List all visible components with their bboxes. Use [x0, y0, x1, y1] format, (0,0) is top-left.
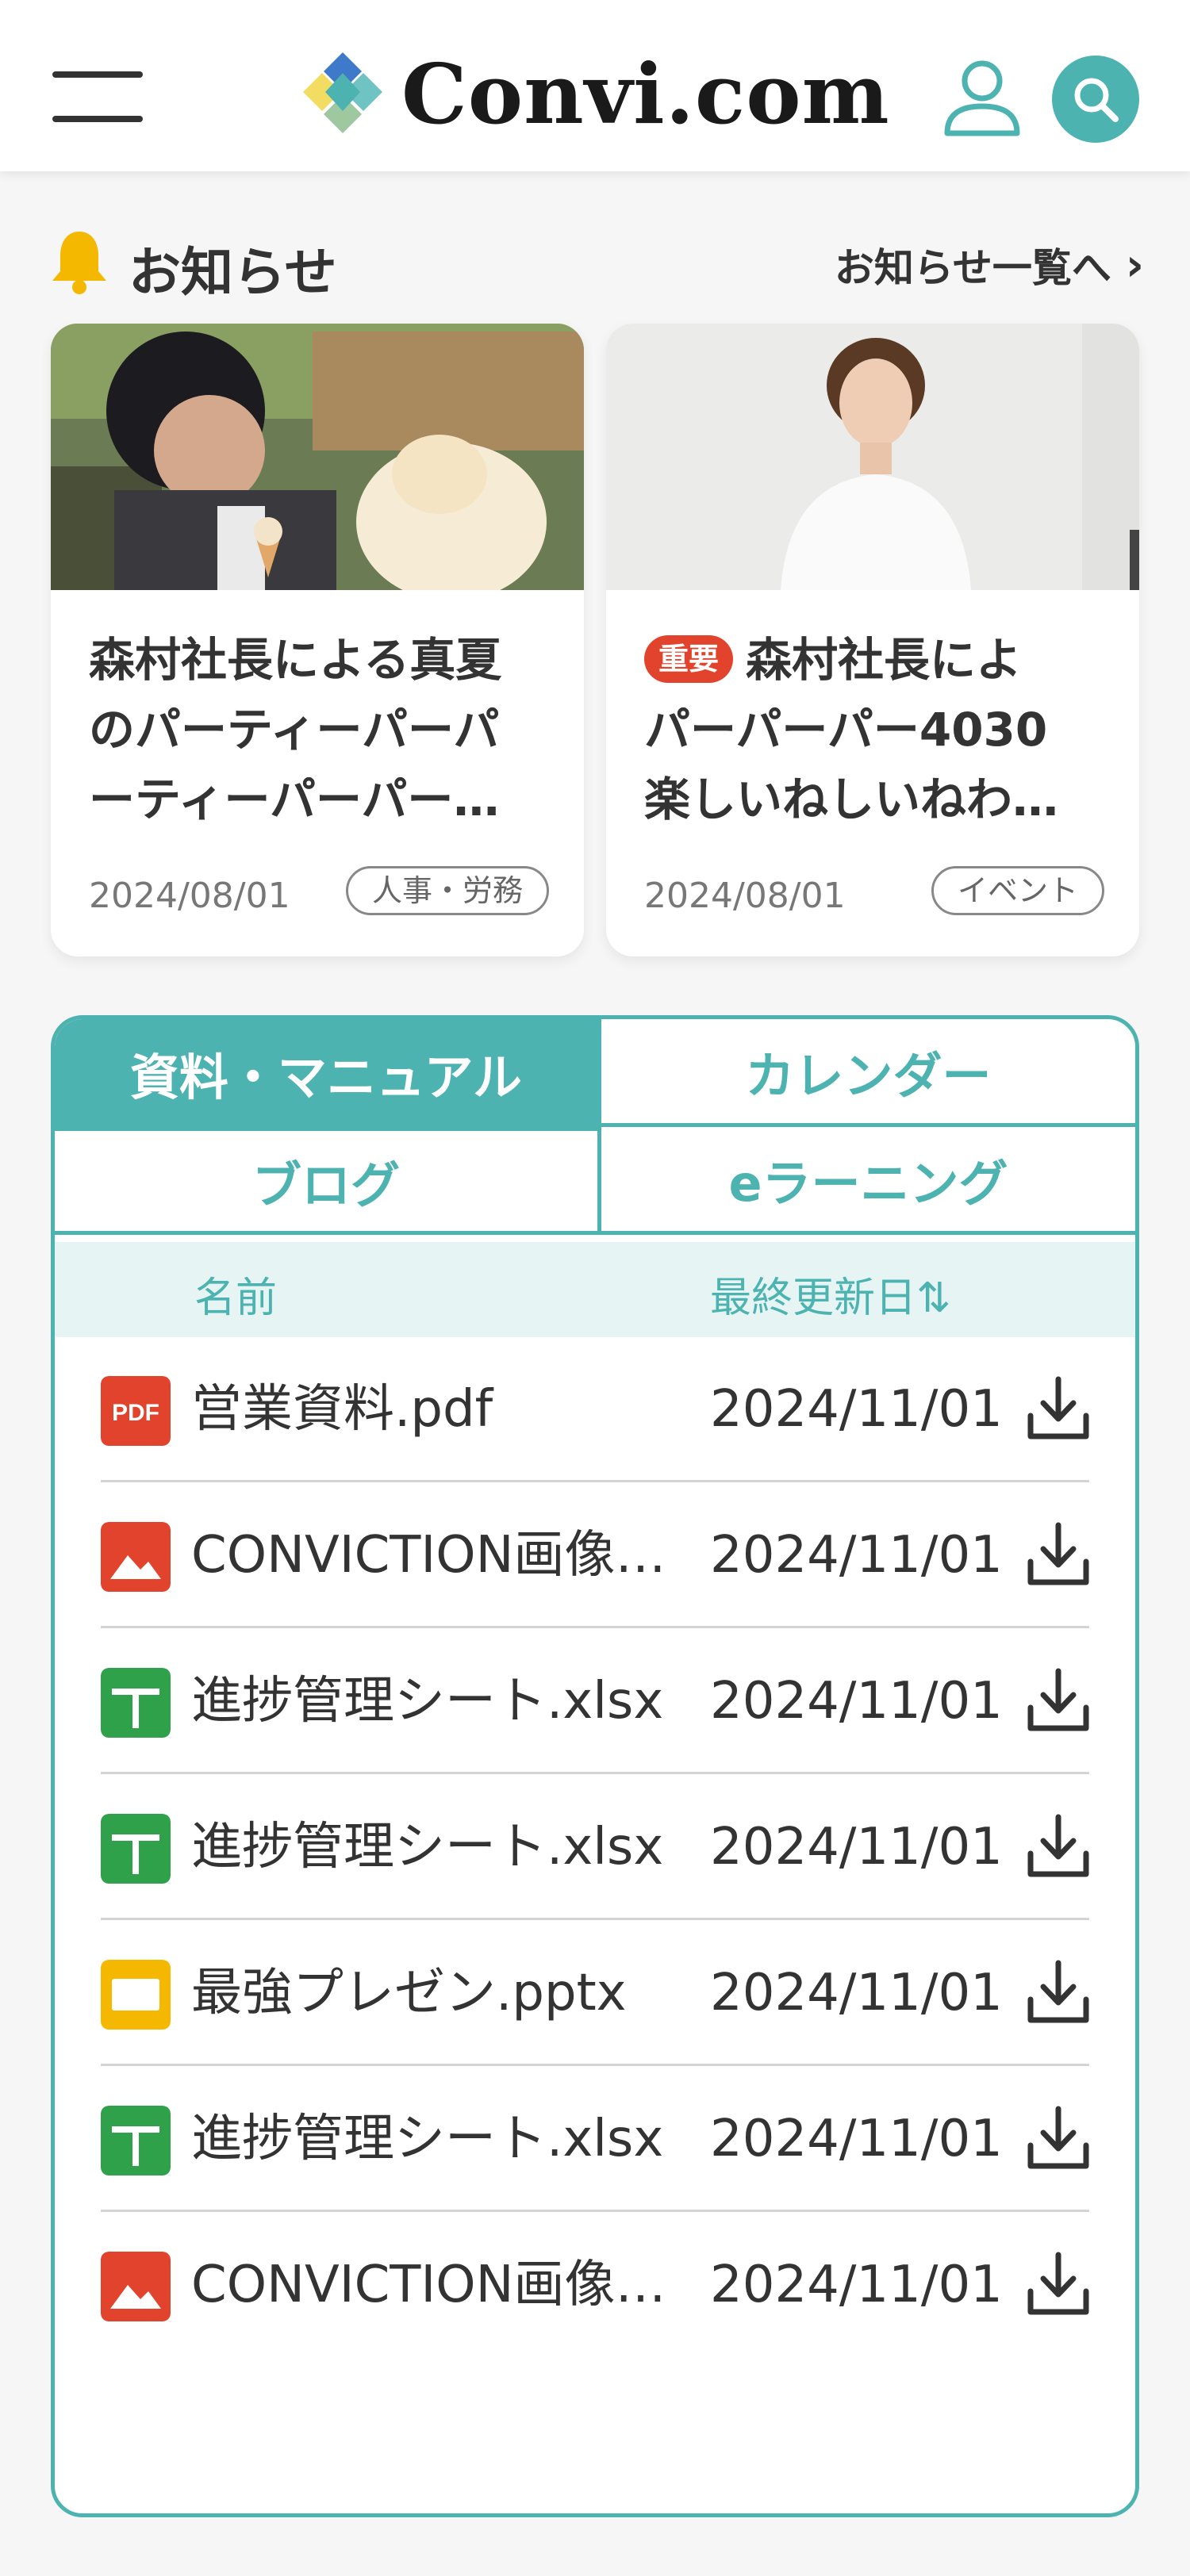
file-updated-date: 2024/11/01 [710, 1818, 1003, 1876]
notice-photo-man-with-dog [51, 324, 584, 590]
notice-card[interactable]: 森村社長による真夏 のパーティーパーパ ーティーパーパー… 2024/08/01… [51, 324, 584, 956]
download-icon[interactable] [1024, 2104, 1092, 2172]
spreadsheet-file-icon [101, 2106, 171, 2175]
file-table-header: 名前 最終更新日⇅ [55, 1242, 1135, 1337]
file-updated-date: 2024/11/01 [710, 1380, 1003, 1439]
column-header-updated-sort[interactable]: 最終更新日⇅ [710, 1264, 951, 1324]
slides-file-icon [101, 1960, 171, 2030]
file-name: 営業資料.pdf [191, 1380, 493, 1439]
file-updated-date: 2024/11/01 [710, 1526, 1003, 1585]
download-icon[interactable] [1024, 1374, 1092, 1443]
file-list: PDF 営業資料.pdf 2024/11/01 CONVICTION画像… 2024/1… [55, 1336, 1135, 2358]
tab-calendar[interactable]: カレンダー [597, 1019, 1135, 1127]
image-file-icon [101, 2252, 171, 2321]
file-row[interactable]: CONVICTION画像… 2024/11/01 [55, 1482, 1135, 1628]
file-name: 最強プレゼン.pptx [191, 1964, 627, 2022]
file-updated-date: 2024/11/01 [710, 1964, 1003, 2022]
logo-text: Convi.com [401, 44, 890, 143]
notice-title-line: 楽しいねしいねわ… [644, 772, 1059, 826]
file-updated-date: 2024/11/01 [710, 2256, 1003, 2314]
notice-card-body: 重要 森村社長によ パーパーパー4030 楽しいねしいねわ… [644, 625, 1112, 834]
bell-icon [52, 232, 106, 294]
notice-title-line: ーティーパーパー… [89, 772, 500, 826]
file-name: CONVICTION画像… [191, 1526, 666, 1585]
file-name: 進捗管理シート.xlsx [191, 1818, 664, 1876]
site-logo[interactable]: Convi.com [298, 44, 890, 143]
notice-title-line: 重要 森村社長によ [644, 625, 1112, 695]
column-header-name: 名前 [194, 1275, 278, 1322]
notices-view-all-link[interactable]: お知らせ一覧へ › [835, 236, 1144, 293]
logo-diamond-icon [303, 52, 382, 133]
file-name: 進捗管理シート.xlsx [191, 2110, 664, 2168]
notice-category-tag: 人事・労務 [345, 866, 549, 915]
file-name: CONVICTION画像… [191, 2256, 666, 2314]
download-icon[interactable] [1024, 1666, 1092, 1735]
spreadsheet-file-icon [101, 1668, 171, 1738]
notices-header: お知らせ お知らせ一覧へ › [49, 220, 1144, 303]
search-icon [1074, 78, 1119, 122]
tab-elearning[interactable]: eラーニング [597, 1127, 1135, 1235]
notice-title-line: 森村社長による真夏 [89, 633, 502, 687]
download-icon[interactable] [1024, 1958, 1092, 2026]
chevron-right-icon: › [1125, 239, 1144, 291]
spreadsheet-file-icon [101, 1814, 171, 1884]
download-icon[interactable] [1024, 2250, 1092, 2318]
notice-card-meta: 2024/08/01 人事・労務 [89, 866, 549, 917]
notice-card-meta: 2024/08/01 イベント [644, 866, 1104, 917]
app-header: Convi.com [0, 0, 1190, 171]
file-updated-date: 2024/11/01 [710, 1672, 1003, 1731]
notice-card[interactable]: 重要 森村社長によ パーパーパー4030 楽しいねしいねわ… 2024/08/01… [606, 324, 1139, 956]
notice-card-title: 森村社長による真夏 のパーティーパーパ ーティーパーパー… [89, 625, 557, 834]
image-file-icon [101, 1522, 171, 1592]
notice-photo-person-portrait [606, 324, 1139, 590]
file-row[interactable]: 進捗管理シート.xlsx 2024/11/01 [55, 2066, 1135, 2212]
file-row[interactable]: 最強プレゼン.pptx 2024/11/01 [55, 1920, 1135, 2066]
notices-title: お知らせ [129, 242, 337, 303]
download-icon[interactable] [1024, 1812, 1092, 1880]
file-row[interactable]: PDF 営業資料.pdf 2024/11/01 [55, 1336, 1135, 1482]
file-name: 進捗管理シート.xlsx [191, 1672, 664, 1731]
notice-date: 2024/08/01 [644, 876, 846, 916]
pdf-file-icon: PDF [101, 1376, 171, 1446]
important-badge: 重要 [644, 635, 734, 683]
file-updated-date: 2024/11/01 [710, 2110, 1003, 2168]
search-button[interactable] [1052, 56, 1139, 143]
notices-view-all-label: お知らせ一覧へ [834, 245, 1111, 291]
documents-panel: 資料・マニュアル カレンダー ブログ eラーニング 名前 最終更新日⇅ PDF 営… [51, 1015, 1139, 2517]
notice-card-body: 森村社長による真夏 のパーティーパーパ ーティーパーパー… [89, 625, 557, 834]
svg-text:PDF: PDF [112, 1400, 159, 1426]
file-row[interactable]: 進捗管理シート.xlsx 2024/11/01 [55, 1628, 1135, 1774]
notice-date: 2024/08/01 [89, 876, 290, 916]
notice-title-line: パーパーパー4030 [644, 703, 1048, 757]
tab-documents-manuals[interactable]: 資料・マニュアル [55, 1019, 597, 1127]
user-icon[interactable] [941, 57, 1023, 140]
notice-card-title: 重要 森村社長によ パーパーパー4030 楽しいねしいねわ… [644, 625, 1112, 834]
hamburger-menu-icon[interactable] [52, 68, 143, 124]
download-icon[interactable] [1024, 1520, 1092, 1589]
column-header-updated-label: 最終更新日 [710, 1275, 917, 1322]
sort-icon: ⇅ [916, 1275, 951, 1322]
notice-title-line: のパーティーパーパ [89, 703, 500, 757]
notice-category-tag: イベント [931, 866, 1104, 915]
tab-blog[interactable]: ブログ [55, 1127, 597, 1235]
file-row[interactable]: CONVICTION画像… 2024/11/01 [55, 2212, 1135, 2358]
notice-title-text: 森村社長によ [746, 633, 1023, 687]
file-row[interactable]: 進捗管理シート.xlsx 2024/11/01 [55, 1774, 1135, 1920]
